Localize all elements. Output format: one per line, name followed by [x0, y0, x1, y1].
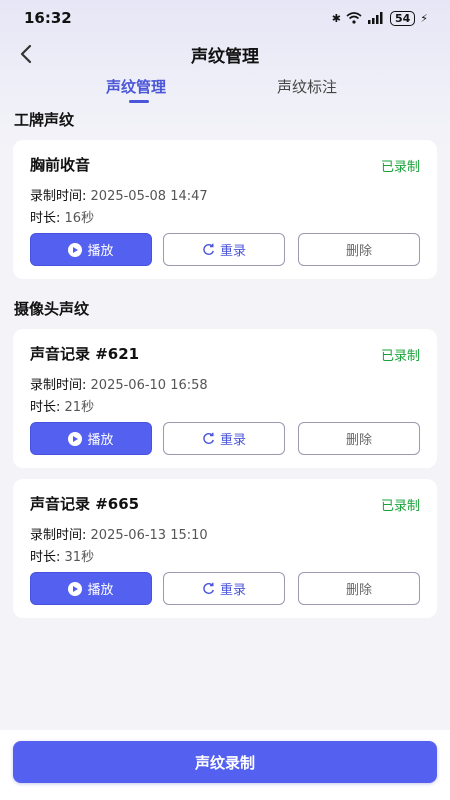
- voiceprint-card: 声音记录 #665 已录制 录制时间: 2025-06-13 15:10 时长:…: [13, 479, 437, 618]
- delete-button[interactable]: 删除: [298, 422, 420, 455]
- section-title-camera: 摄像头声纹: [14, 300, 90, 318]
- rerecord-button[interactable]: 重录: [163, 422, 285, 455]
- duration-line: 时长: 16秒: [30, 207, 94, 226]
- status-time: 16:32: [24, 9, 72, 27]
- page-title: 声纹管理: [191, 46, 259, 67]
- delete-label: 删除: [345, 583, 372, 598]
- play-icon: [68, 581, 83, 596]
- refresh-icon: [203, 432, 214, 444]
- wifi-icon: [346, 12, 362, 24]
- refresh-icon: [203, 243, 214, 255]
- duration-value: 21秒: [64, 400, 95, 415]
- voiceprint-card: 声音记录 #621 已录制 录制时间: 2025-06-10 16:58 时长:…: [13, 329, 437, 468]
- duration-label: 时长:: [30, 211, 61, 226]
- delete-button[interactable]: 删除: [298, 572, 420, 605]
- play-button[interactable]: 播放: [30, 233, 152, 266]
- charging-icon: ⚡: [420, 11, 428, 25]
- battery-indicator: 54: [389, 10, 416, 26]
- nav-bar: 声纹管理: [0, 36, 450, 72]
- status-badge: 已录制: [380, 160, 420, 175]
- bluetooth-icon: ✱: [331, 11, 341, 25]
- record-time-label: 录制时间:: [30, 189, 87, 204]
- voiceprint-card: 胸前收音 已录制 录制时间: 2025-05-08 14:47 时长: 16秒 …: [13, 140, 437, 279]
- card-name: 声音记录 #665: [30, 495, 140, 513]
- duration-value: 16秒: [64, 211, 95, 226]
- delete-label: 删除: [345, 433, 372, 448]
- play-icon: [68, 242, 83, 257]
- record-time-label: 录制时间:: [30, 528, 87, 543]
- card-name: 胸前收音: [30, 156, 91, 174]
- record-time-line: 录制时间: 2025-06-10 16:58: [30, 374, 208, 393]
- voiceprint-record-button[interactable]: 声纹录制: [13, 741, 437, 783]
- duration-label: 时长:: [30, 550, 61, 565]
- tab-voiceprint-annotation[interactable]: 声纹标注: [277, 76, 337, 97]
- status-badge: 已录制: [380, 349, 420, 364]
- duration-label: 时长:: [30, 400, 61, 415]
- rerecord-label: 重录: [219, 433, 246, 448]
- refresh-icon: [203, 582, 214, 594]
- play-label: 播放: [87, 433, 114, 448]
- signal-icon: [367, 12, 383, 24]
- play-button[interactable]: 播放: [30, 422, 152, 455]
- record-time-value: 2025-06-13 15:10: [90, 528, 208, 543]
- rerecord-button[interactable]: 重录: [163, 572, 285, 605]
- back-arrow-icon[interactable]: [16, 42, 38, 66]
- play-label: 播放: [87, 244, 114, 259]
- record-time-line: 录制时间: 2025-05-08 14:47: [30, 185, 208, 204]
- record-time-value: 2025-06-10 16:58: [90, 378, 208, 393]
- tab-voiceprint-management[interactable]: 声纹管理: [106, 76, 166, 97]
- record-time-line: 录制时间: 2025-06-13 15:10: [30, 524, 208, 543]
- record-time-label: 录制时间:: [30, 378, 87, 393]
- active-tab-indicator: [129, 100, 149, 103]
- duration-value: 31秒: [64, 550, 95, 565]
- play-button[interactable]: 播放: [30, 572, 152, 605]
- delete-label: 删除: [345, 244, 372, 259]
- tab-bar: 声纹管理 声纹标注: [0, 76, 450, 106]
- rerecord-label: 重录: [219, 244, 246, 259]
- section-title-badge: 工牌声纹: [14, 111, 75, 129]
- rerecord-label: 重录: [219, 583, 246, 598]
- play-icon: [68, 431, 83, 446]
- status-icons: ✱ 54 ⚡: [331, 10, 428, 26]
- delete-button[interactable]: 删除: [298, 233, 420, 266]
- rerecord-button[interactable]: 重录: [163, 233, 285, 266]
- card-name: 声音记录 #621: [30, 345, 140, 363]
- play-label: 播放: [87, 583, 114, 598]
- status-badge: 已录制: [380, 499, 420, 514]
- duration-line: 时长: 31秒: [30, 546, 94, 565]
- duration-line: 时长: 21秒: [30, 396, 94, 415]
- status-bar: 16:32 ✱ 54 ⚡: [0, 0, 450, 36]
- record-time-value: 2025-05-08 14:47: [90, 189, 208, 204]
